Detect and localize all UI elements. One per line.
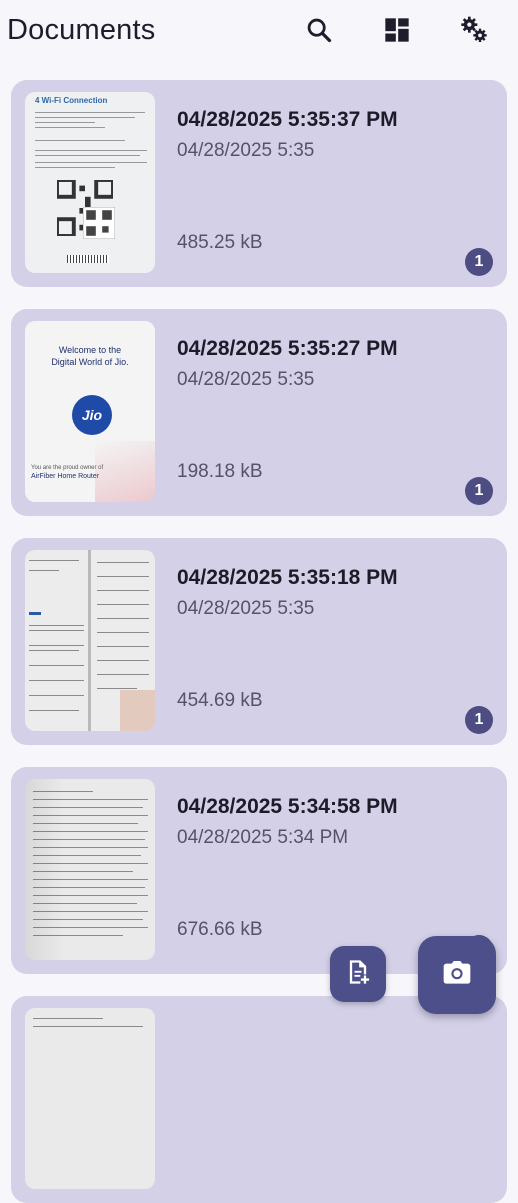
thumb-foot-1: You are the proud owner of — [31, 465, 104, 471]
page-count-badge: 1 — [465, 477, 493, 505]
thumb-title: 4 Wi-Fi Connection — [35, 96, 108, 105]
camera-icon — [441, 957, 473, 994]
settings-icon[interactable] — [456, 12, 492, 48]
document-size: 676.66 kB — [177, 919, 263, 940]
document-thumbnail — [25, 1008, 155, 1189]
note-add-icon — [344, 958, 372, 991]
document-timestamp: 04/28/2025 5:35 — [177, 369, 315, 390]
document-timestamp: 04/28/2025 5:35 — [177, 140, 315, 161]
grid-view-icon[interactable] — [379, 12, 415, 48]
document-thumbnail: Welcome to the Digital World of Jio. Jio… — [25, 321, 155, 502]
document-size: 485.25 kB — [177, 232, 263, 253]
document-name: 04/28/2025 5:35:18 PM — [177, 566, 398, 589]
document-card[interactable]: 04/28/2025 5:35:18 PM 04/28/2025 5:35 45… — [11, 538, 507, 745]
thumb-heading-1: Welcome to the — [58, 345, 122, 355]
camera-scan-button[interactable] — [418, 936, 496, 1014]
document-name: 04/28/2025 5:34:58 PM — [177, 795, 398, 818]
jio-logo-text: Jio — [81, 407, 103, 423]
document-timestamp: 04/28/2025 5:35 — [177, 598, 315, 619]
document-card[interactable]: Welcome to the Digital World of Jio. Jio… — [11, 309, 507, 516]
document-card[interactable] — [11, 996, 507, 1203]
thumb-foot-2: AirFiber Home Router — [31, 473, 100, 480]
document-size: 454.69 kB — [177, 690, 263, 711]
search-icon[interactable] — [301, 12, 337, 48]
document-name: 04/28/2025 5:35:27 PM — [177, 337, 398, 360]
document-size: 198.18 kB — [177, 461, 263, 482]
jio-logo: Jio — [72, 395, 112, 435]
thumb-heading-2: Digital World of Jio. — [51, 357, 129, 367]
page-title: Documents — [7, 14, 156, 46]
new-document-button[interactable] — [330, 946, 386, 1002]
document-timestamp: 04/28/2025 5:34 PM — [177, 827, 349, 848]
document-card[interactable]: 4 Wi-Fi Connection 04/28/2025 5:35:37 PM… — [11, 80, 507, 287]
document-thumbnail — [25, 550, 155, 731]
document-thumbnail: 4 Wi-Fi Connection — [25, 92, 155, 273]
top-app-bar: Documents — [0, 0, 518, 64]
document-thumbnail — [25, 779, 155, 960]
document-name: 04/28/2025 5:35:37 PM — [177, 108, 398, 131]
page-count-badge: 1 — [465, 248, 493, 276]
page-count-badge: 1 — [465, 706, 493, 734]
